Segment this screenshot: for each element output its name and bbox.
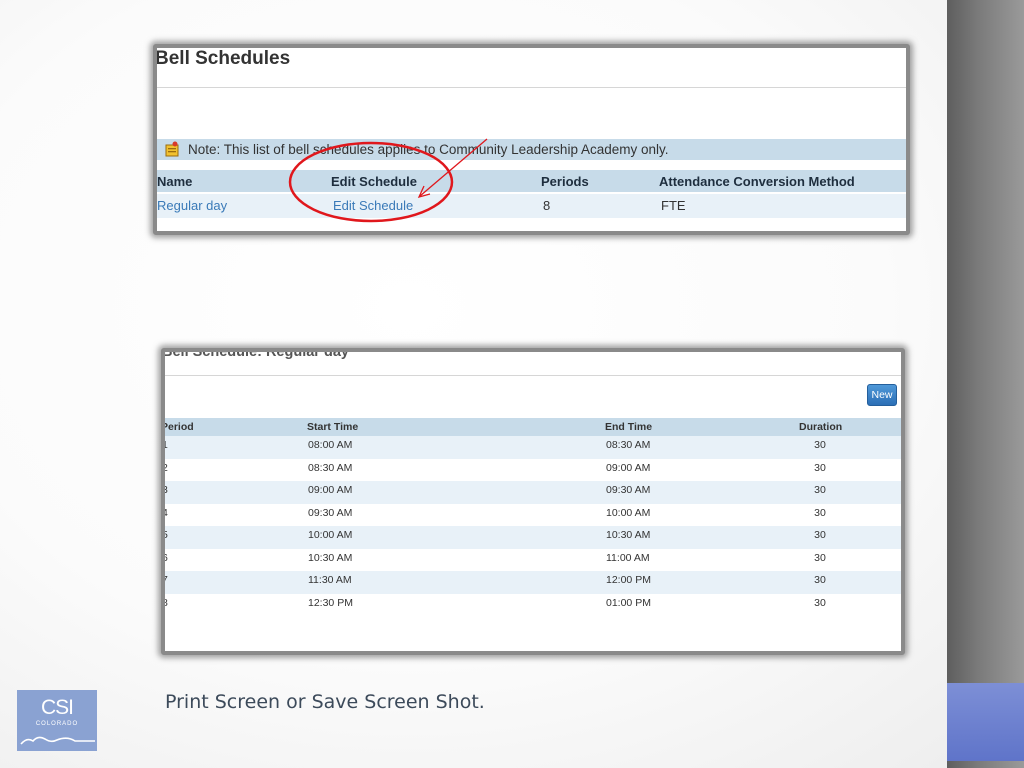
period-number: 2: [162, 461, 168, 474]
new-button[interactable]: New: [867, 384, 897, 406]
table-row: 8 12:30 PM 01:00 PM 30: [165, 594, 901, 617]
start-time: 10:30 AM: [308, 551, 353, 564]
period-number: 3: [162, 484, 168, 496]
table-row: 1 08:00 AM 08:30 AM 30: [165, 436, 901, 459]
bell-schedule-detail-screenshot: Bell Schedule: Regular day New Period St…: [161, 348, 905, 655]
bell-schedules-title: Bell Schedules: [155, 48, 291, 69]
bell-schedules-header-row: Name Edit Schedule Periods Attendance Co…: [157, 170, 906, 192]
slide-side-bar: [947, 0, 1024, 768]
start-time: 12:30 PM: [308, 596, 353, 609]
slide-caption: Print Screen or Save Screen Shot.: [165, 691, 485, 713]
duration: 30: [814, 461, 826, 474]
logo-subtext: COLORADO: [35, 721, 79, 727]
edit-schedule-link[interactable]: Edit Schedule: [333, 198, 413, 213]
table-row: Regular day Edit Schedule 8 FTE: [157, 194, 906, 218]
end-time: 09:30 AM: [606, 484, 651, 496]
duration: 30: [814, 439, 826, 451]
attendance-method-value: FTE: [661, 198, 686, 213]
period-number: 5: [162, 529, 168, 541]
title-divider: [165, 375, 901, 376]
start-time: 08:30 AM: [308, 461, 353, 474]
period-number: 8: [162, 596, 168, 609]
periods-value: 8: [543, 198, 551, 213]
column-header-period: Period: [161, 421, 194, 433]
start-time: 09:00 AM: [308, 484, 353, 496]
table-row: 4 09:30 AM 10:00 AM 30: [165, 504, 901, 527]
table-row: 5 10:00 AM 10:30 AM 30: [165, 526, 901, 549]
end-time: 09:00 AM: [606, 461, 651, 474]
schedule-name-link[interactable]: Regular day: [157, 198, 227, 213]
note-bar: Note: This list of bell schedules applie…: [157, 139, 906, 160]
column-header-start-time: Start Time: [307, 421, 359, 433]
title-divider: [157, 87, 906, 88]
end-time: 01:00 PM: [606, 596, 651, 609]
note-icon: [165, 141, 179, 157]
duration: 30: [814, 529, 826, 541]
column-header-attendance-method: Attendance Conversion Method: [659, 174, 855, 189]
logo-text: CSI: [40, 696, 74, 719]
column-header-periods: Periods: [541, 174, 589, 189]
end-time: 10:30 AM: [606, 529, 651, 541]
bell-schedule-detail-title: Bell Schedule: Regular day: [162, 348, 349, 360]
duration: 30: [814, 551, 826, 564]
slide-side-accent: [947, 683, 1024, 761]
end-time: 08:30 AM: [606, 439, 651, 451]
table-row: 7 11:30 AM 12:00 PM 30: [165, 571, 901, 594]
note-text: Note: This list of bell schedules applie…: [188, 142, 669, 157]
periods-header-row: Period Start Time End Time Duration: [165, 418, 901, 436]
duration: 30: [814, 596, 826, 609]
period-number: 6: [162, 551, 168, 564]
column-header-duration: Duration: [799, 421, 843, 433]
period-number: 4: [162, 506, 168, 519]
table-row: 3 09:00 AM 09:30 AM 30: [165, 481, 901, 504]
end-time: 12:00 PM: [606, 574, 651, 586]
start-time: 09:30 AM: [308, 506, 353, 519]
csi-colorado-logo: CSI COLORADO: [17, 690, 97, 751]
column-header-end-time: End Time: [605, 421, 653, 433]
end-time: 11:00 AM: [606, 551, 650, 564]
column-header-name: Name: [157, 174, 193, 189]
duration: 30: [814, 484, 826, 496]
period-number: 7: [162, 574, 168, 586]
start-time: 08:00 AM: [308, 439, 353, 451]
duration: 30: [814, 574, 826, 586]
bell-schedules-screenshot: Bell Schedules Note: This list of bell s…: [153, 44, 910, 235]
start-time: 11:30 AM: [308, 574, 352, 586]
table-row: 2 08:30 AM 09:00 AM 30: [165, 459, 901, 482]
mountain-icon: [20, 736, 95, 745]
period-number: 1: [162, 439, 168, 451]
duration: 30: [814, 506, 826, 519]
table-row: 6 10:30 AM 11:00 AM 30: [165, 549, 901, 572]
start-time: 10:00 AM: [308, 529, 353, 541]
end-time: 10:00 AM: [606, 506, 651, 519]
column-header-edit-schedule: Edit Schedule: [331, 174, 417, 189]
